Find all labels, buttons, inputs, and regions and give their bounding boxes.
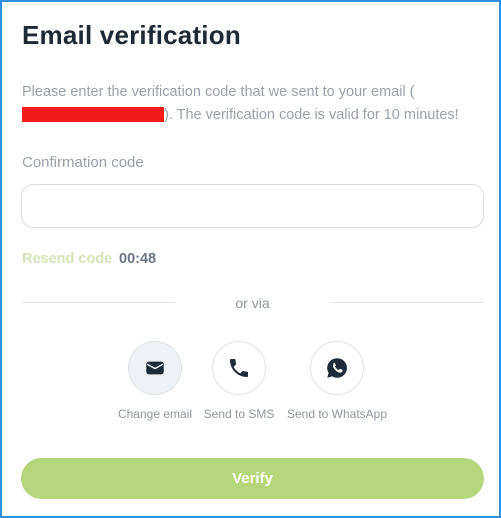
change-email-button[interactable]	[128, 341, 182, 395]
or-via-divider-text: or via	[235, 295, 270, 311]
send-to-sms-label: Send to SMS	[203, 407, 275, 421]
send-to-sms-button[interactable]	[212, 341, 266, 395]
divider-line-right	[330, 302, 484, 303]
resend-code-link[interactable]: Resend code	[22, 251, 112, 267]
dialog-description: Please enter the verification code that …	[22, 81, 492, 127]
description-text-end: ). The verification code is valid for 10…	[164, 107, 459, 123]
resend-timer: 00:48	[119, 251, 157, 267]
confirmation-code-input[interactable]	[21, 184, 484, 228]
send-to-whatsapp-button[interactable]	[310, 341, 364, 395]
redacted-email	[22, 107, 164, 122]
dialog-title: Email verification	[22, 20, 241, 50]
verify-button[interactable]: Verify	[21, 458, 484, 499]
whatsapp-icon	[325, 356, 349, 380]
description-text-start: Please enter the verification code that …	[22, 84, 415, 100]
verification-dialog: Email verification Please enter the veri…	[0, 0, 501, 518]
phone-icon	[227, 356, 251, 380]
envelope-icon	[144, 357, 166, 379]
send-to-whatsapp-label: Send to WhatsApp	[286, 407, 388, 421]
change-email-label: Change email	[117, 407, 193, 421]
confirmation-code-label: Confirmation code	[22, 154, 144, 171]
